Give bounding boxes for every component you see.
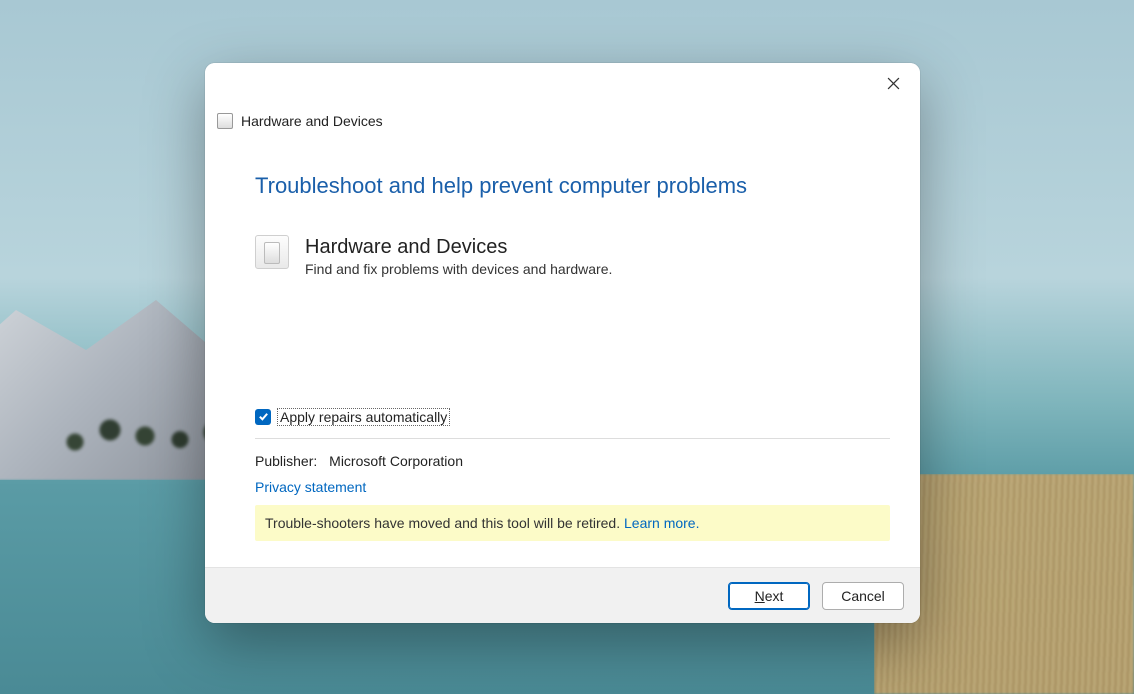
privacy-statement-link[interactable]: Privacy statement (255, 479, 366, 495)
cancel-button[interactable]: Cancel (822, 582, 904, 610)
publisher-value: Microsoft Corporation (329, 453, 463, 469)
breadcrumb: Hardware and Devices (217, 113, 383, 129)
publisher-row: Publisher: Microsoft Corporation (255, 453, 890, 469)
apply-repairs-label[interactable]: Apply repairs automatically (277, 408, 450, 426)
retirement-notice: Trouble-shooters have moved and this too… (255, 505, 890, 541)
next-button-rest: ext (765, 588, 784, 604)
device-large-icon (255, 235, 289, 269)
page-heading: Troubleshoot and help prevent computer p… (255, 173, 890, 199)
learn-more-link[interactable]: Learn more. (624, 515, 699, 531)
device-small-icon (217, 113, 233, 129)
advanced-area: Apply repairs automatically Publisher: M… (255, 408, 890, 541)
check-icon (258, 409, 269, 425)
next-button[interactable]: Next (728, 582, 810, 610)
publisher-label: Publisher: (255, 453, 317, 469)
dialog-footer: Next Cancel (205, 567, 920, 623)
troubleshooter-dialog: Hardware and Devices Troubleshoot and he… (205, 63, 920, 623)
troubleshooter-description: Find and fix problems with devices and h… (305, 261, 612, 277)
close-icon (887, 77, 900, 95)
content-area: Troubleshoot and help prevent computer p… (255, 173, 890, 277)
window-title: Hardware and Devices (241, 113, 383, 129)
troubleshooter-name: Hardware and Devices (305, 235, 612, 259)
notice-text: Trouble-shooters have moved and this too… (265, 515, 624, 531)
apply-repairs-checkbox[interactable] (255, 409, 271, 425)
troubleshooter-entry: Hardware and Devices Find and fix proble… (255, 235, 890, 277)
next-button-accel: N (755, 588, 765, 604)
troubleshooter-text: Hardware and Devices Find and fix proble… (305, 235, 612, 277)
dialog-body: Hardware and Devices Troubleshoot and he… (205, 63, 920, 567)
apply-repairs-row: Apply repairs automatically (255, 408, 890, 439)
close-button[interactable] (878, 71, 908, 101)
